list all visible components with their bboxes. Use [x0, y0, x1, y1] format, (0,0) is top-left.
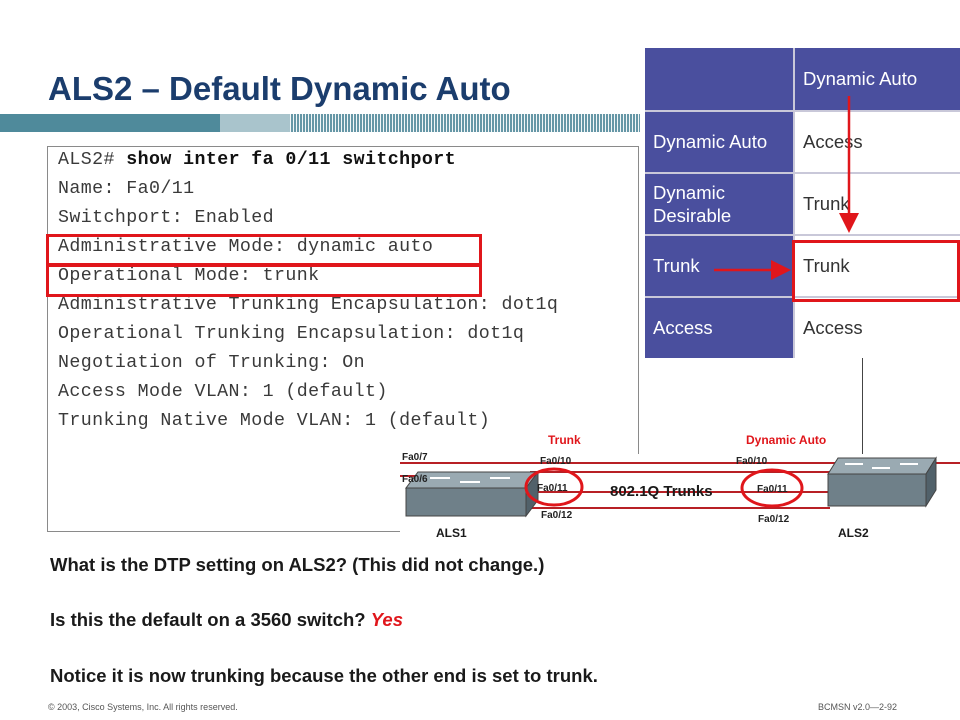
admin-mode-highlight — [46, 234, 482, 266]
cli-line-negotiation: Negotiation of Trunking: On — [58, 353, 366, 373]
cli-command-line: ALS2# show inter fa 0/11 switchport — [58, 150, 456, 170]
switch-label-als2: ALS2 — [838, 526, 869, 540]
link-label: 802.1Q Trunks — [610, 483, 713, 500]
port-label: Fa0/6 — [402, 474, 428, 485]
port-label: Fa0/11 — [757, 484, 788, 495]
port-label: Fa0/12 — [758, 514, 790, 525]
question-2: Is this the default on a 3560 switch? Ye… — [50, 609, 403, 631]
table-row-header: Access — [645, 298, 793, 358]
table-cell: Access — [795, 298, 960, 358]
topology-diagram: Trunk Dynamic Auto Fa0/7 Fa0/6 Fa0/10 Fa… — [400, 433, 960, 542]
cli-line-access-vlan: Access Mode VLAN: 1 (default) — [58, 382, 388, 402]
port-label: Fa0/10 — [540, 456, 572, 467]
cli-command: show inter fa 0/11 switchport — [126, 150, 456, 170]
port-label: Fa0/10 — [736, 456, 768, 467]
port-label: Fa0/7 — [402, 452, 428, 463]
cli-prompt: ALS2# — [58, 150, 115, 170]
port-label: Fa0/11 — [537, 483, 568, 494]
statement-3: Notice it is now trunking because the ot… — [50, 665, 598, 686]
cli-line-switchport: Switchport: Enabled — [58, 208, 275, 228]
footer-copyright: © 2003, Cisco Systems, Inc. All rights r… — [48, 702, 238, 712]
cli-line-name: Name: Fa0/11 — [58, 179, 195, 199]
cli-line-admin-encap: Administrative Trunking Encapsulation: d… — [58, 295, 559, 315]
question-2-text: Is this the default on a 3560 switch? — [50, 609, 366, 630]
cli-line-oper-encap: Operational Trunking Encapsulation: dot1… — [58, 324, 525, 344]
cli-line-native-vlan: Trunking Native Mode VLAN: 1 (default) — [58, 411, 491, 431]
footer-course: BCMSN v2.0—2-92 — [818, 702, 898, 712]
question-1: What is the DTP setting on ALS2? (This d… — [50, 554, 545, 575]
label-trunk: Trunk — [548, 433, 581, 447]
switch-label-als1: ALS1 — [436, 526, 467, 540]
answer-yes: Yes — [370, 609, 403, 630]
port-label: Fa0/12 — [541, 510, 573, 521]
oper-mode-highlight — [46, 264, 482, 297]
slide-title: ALS2 – Default Dynamic Auto — [48, 70, 511, 107]
switch-icon — [827, 456, 937, 508]
label-dynamic-auto: Dynamic Auto — [746, 433, 826, 447]
title-band-accent — [0, 114, 220, 132]
title-band-stripes — [290, 114, 640, 132]
table-arrows — [714, 96, 859, 280]
